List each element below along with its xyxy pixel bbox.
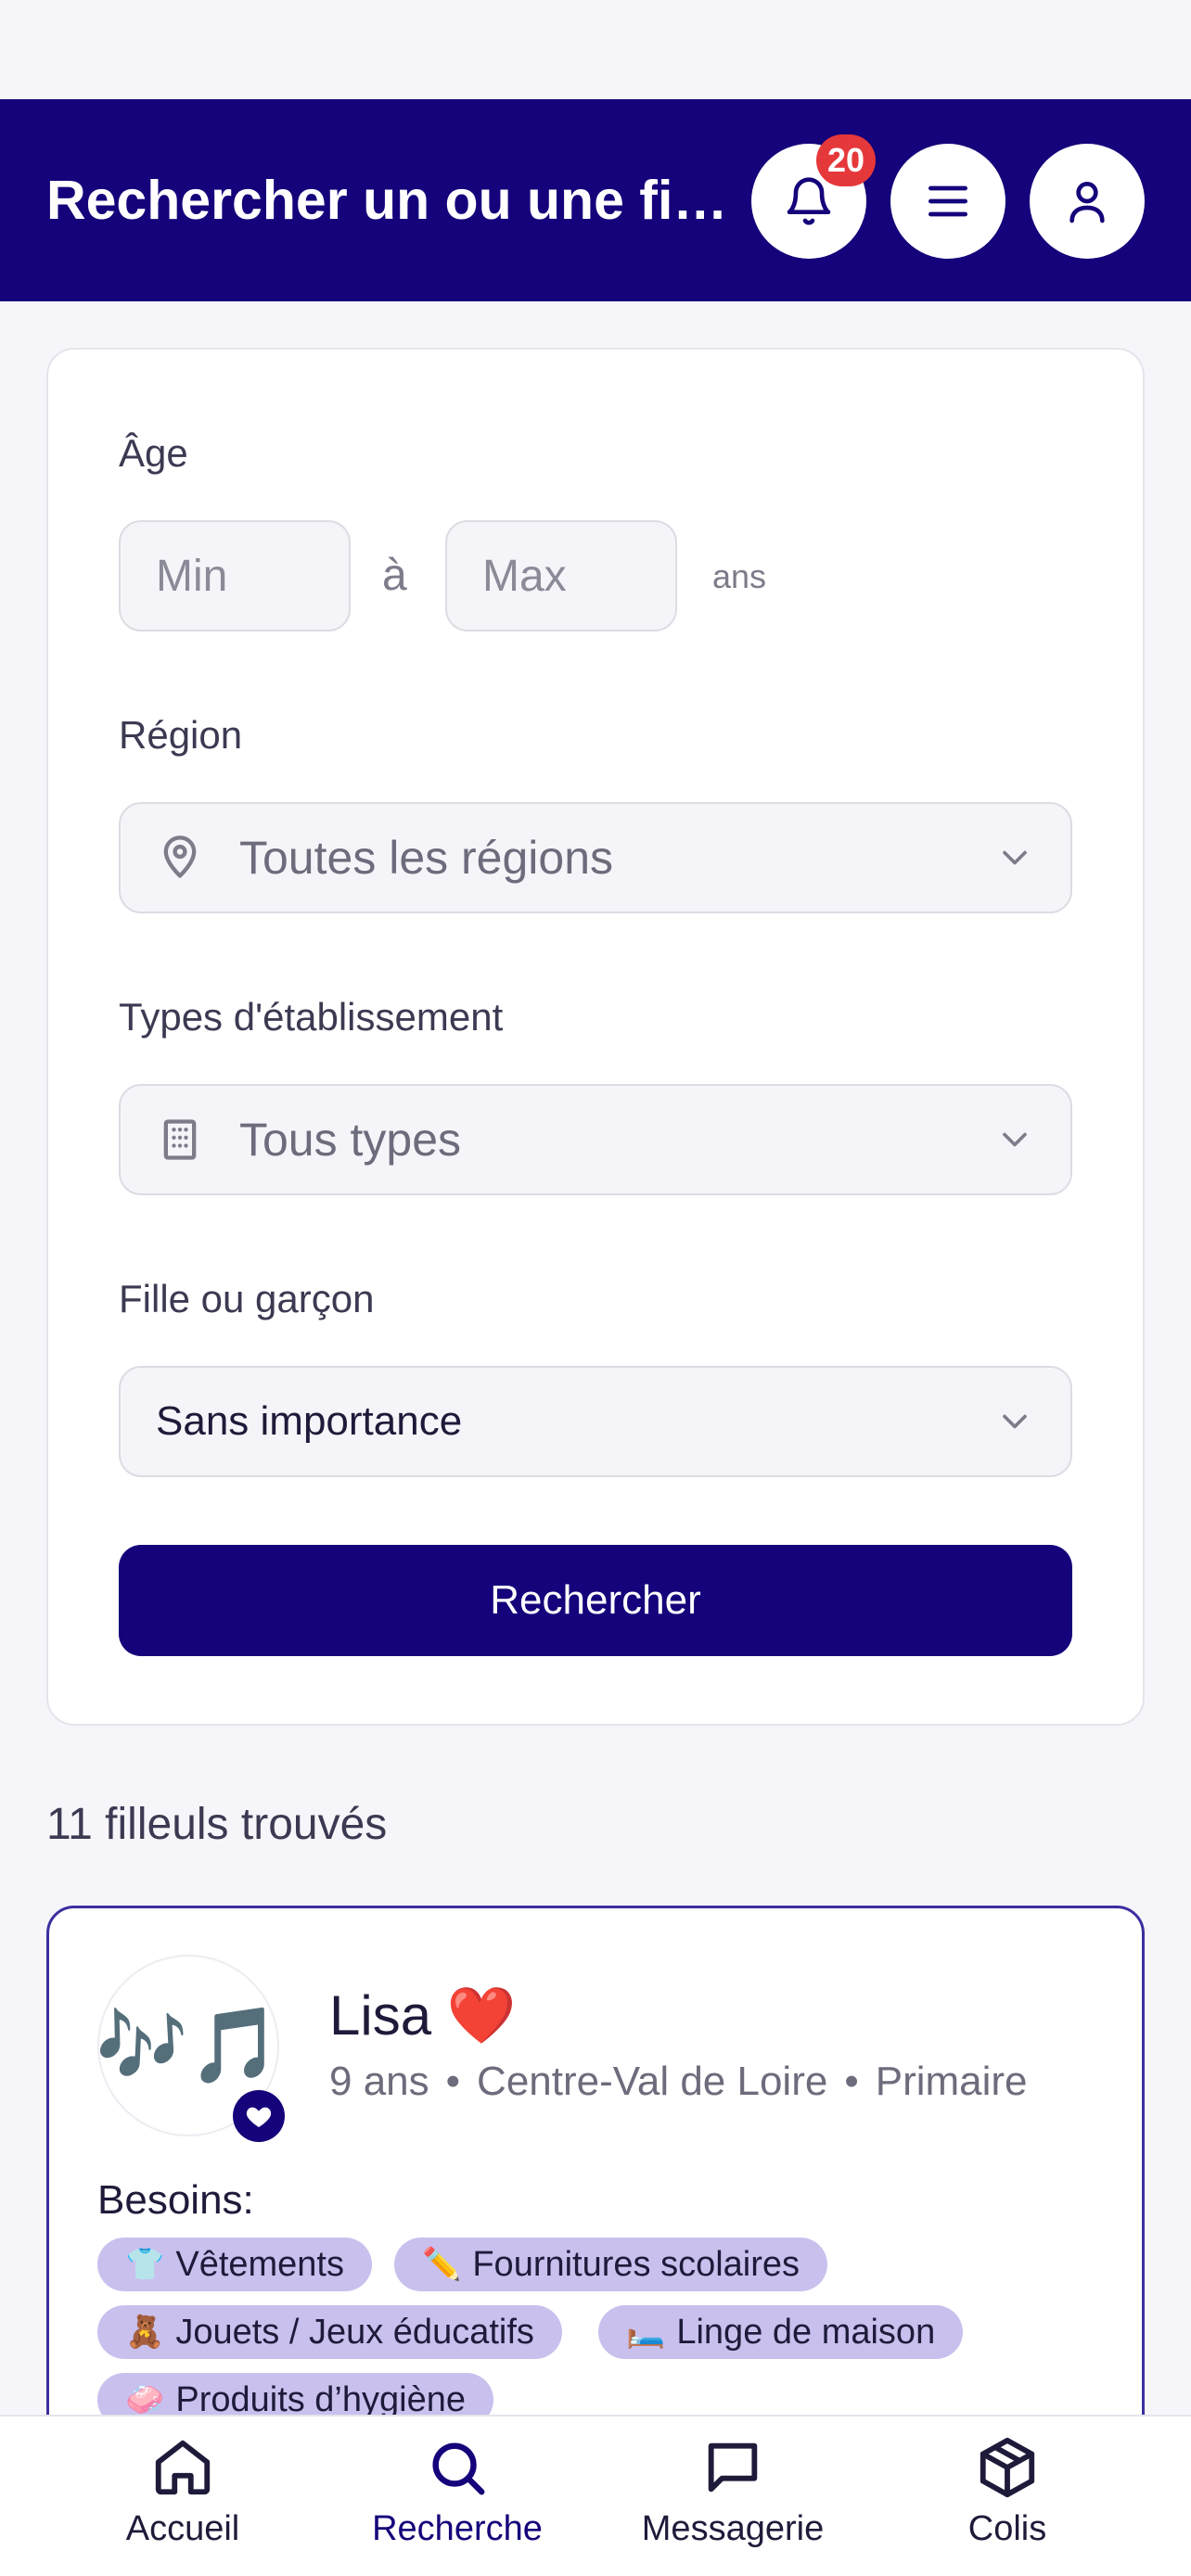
- child-region: Centre-Val de Loire: [477, 2059, 828, 2104]
- child-name: Lisa ❤️: [329, 1984, 517, 2047]
- region-select[interactable]: Toutes les régions: [119, 802, 1072, 913]
- message-icon: [708, 2442, 758, 2493]
- results-count: 11 filleuls trouvés: [46, 1800, 388, 1849]
- notifications-button[interactable]: 20: [751, 134, 876, 259]
- profile-button[interactable]: [1030, 144, 1145, 259]
- need-tag: 🛏️ Linge de maison: [598, 2305, 964, 2359]
- child-meta: 9 ans • Centre-Val de Loire • Primaire: [329, 2059, 1028, 2104]
- gender-label: Fille ou garçon: [119, 1277, 375, 1320]
- chevron-down-icon: [1003, 1132, 1027, 1147]
- search-button[interactable]: Rechercher: [119, 1545, 1072, 1656]
- gender-select[interactable]: Sans importance: [119, 1366, 1072, 1477]
- age-max-input[interactable]: Max: [445, 520, 677, 631]
- region-select-value: Toutes les régions: [239, 832, 614, 884]
- heart-icon: [246, 2107, 272, 2127]
- location-pin-icon: [163, 835, 197, 878]
- user-icon: [1069, 182, 1105, 223]
- notification-count-badge: 20: [816, 134, 876, 186]
- search-filters-card: Âge Min à Max ans Région Toutes les régi…: [46, 348, 1145, 1726]
- age-unit: ans: [712, 557, 767, 595]
- establishment-type-label: Types d'établissement: [119, 995, 504, 1039]
- needs-label: Besoins:: [97, 2177, 254, 2223]
- app-header: Rechercher un ou une filleul(e) 20: [0, 99, 1191, 301]
- nav-messagerie[interactable]: Messagerie: [594, 2435, 872, 2565]
- chevron-down-icon: [1003, 1414, 1027, 1429]
- menu-button[interactable]: [890, 144, 1005, 259]
- region-label: Région: [119, 713, 243, 757]
- age-label: Âge: [119, 431, 188, 475]
- favorite-badge: [233, 2090, 285, 2142]
- chevron-down-icon: [1003, 850, 1027, 865]
- establishment-type-value: Tous types: [239, 1114, 462, 1166]
- menu-icon: [928, 185, 967, 217]
- need-tag: ✏️ Fournitures scolaires: [394, 2238, 828, 2291]
- nav-label: Messagerie: [641, 2509, 825, 2548]
- page: Rechercher un ou une filleul(e) 20 Âge M…: [0, 0, 1191, 2576]
- gender-select-value: Sans importance: [156, 1398, 463, 1444]
- nav-label: Accueil: [125, 2509, 240, 2548]
- building-icon: [163, 1119, 197, 1160]
- avatar-emoji: 🎶🎵: [96, 2004, 281, 2086]
- nav-label: Colis: [967, 2509, 1047, 2548]
- bell-icon: [787, 177, 831, 225]
- home-icon: [155, 2440, 211, 2495]
- bottom-navigation: Accueil Recherche Messagerie Colis: [0, 2415, 1191, 2576]
- nav-accueil[interactable]: Accueil: [44, 2435, 322, 2565]
- nav-colis[interactable]: Colis: [868, 2435, 1146, 2565]
- age-separator: à: [382, 551, 407, 600]
- page-title: Rechercher un ou une filleul(e): [46, 170, 742, 231]
- child-level: Primaire: [875, 2059, 1028, 2104]
- search-icon: [432, 2442, 485, 2495]
- age-min-input[interactable]: Min: [119, 520, 351, 631]
- package-icon: [980, 2437, 1035, 2498]
- child-age: 9 ans: [329, 2059, 429, 2104]
- establishment-type-select[interactable]: Tous types: [119, 1084, 1072, 1195]
- need-tag: 👕 Vêtements: [97, 2238, 372, 2291]
- avatar: 🎶🎵: [96, 1955, 285, 2142]
- nav-label: Recherche: [372, 2509, 543, 2548]
- need-tag: 🧸 Jouets / Jeux éducatifs: [97, 2305, 562, 2359]
- nav-recherche[interactable]: Recherche: [318, 2435, 596, 2565]
